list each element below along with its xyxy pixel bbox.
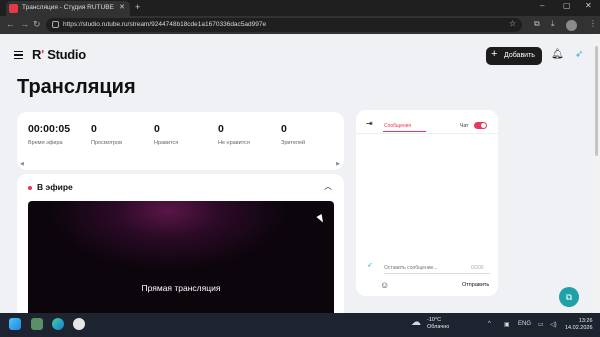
clock-time: 13:26 <box>578 318 593 324</box>
weather-widget[interactable]: -10°C Облачно <box>427 317 449 331</box>
stat-value: 0 <box>218 123 224 135</box>
clock-date: 14.02.2026 <box>565 325 593 331</box>
scroll-left-icon[interactable]: ◀ <box>20 161 24 167</box>
stat-value: 00:00:05 <box>28 123 71 135</box>
edge-icon[interactable] <box>52 318 64 330</box>
char-counter: 0/200 <box>471 265 484 271</box>
stats-card: 00:00:05 Время эфира 0 Просмотров 0 Нрав… <box>17 112 344 170</box>
plus-icon: + <box>491 48 498 60</box>
hamburger-menu-icon[interactable] <box>14 51 23 59</box>
browser-tab-bar: Трансляция - Студия RUTUBE ✕ + – ▢ ✕ <box>0 0 600 16</box>
stat-airtime: 00:00:05 Время эфира <box>28 123 70 146</box>
start-icon[interactable] <box>9 318 21 330</box>
stat-label: Просмотров <box>91 140 123 146</box>
live-indicator-icon <box>28 186 32 190</box>
cloud-icon[interactable]: ☁ <box>411 317 421 328</box>
chrome-icon[interactable] <box>73 318 85 330</box>
add-button[interactable]: + Добавить <box>486 47 542 65</box>
volume-icon[interactable]: ◁) <box>550 321 557 328</box>
extensions-icon[interactable]: ⧉ <box>534 19 540 29</box>
scroll-right-icon[interactable]: ▶ <box>336 161 340 167</box>
stat-views: 0 Просмотров <box>91 123 122 146</box>
stat-viewers: 0 Зрителей <box>281 123 305 146</box>
live-card: В эфире ︿ Прямая трансляция <box>17 174 344 313</box>
logo-dot: ' <box>41 47 44 62</box>
active-tab-underline <box>383 131 426 132</box>
reload-icon[interactable]: ↻ <box>33 19 41 30</box>
weather-desc: Облачно <box>427 324 450 330</box>
url-text: https://studio.rutube.ru/stream/9244748b… <box>63 21 267 28</box>
maximize-icon[interactable]: ▢ <box>563 1 571 10</box>
stat-value: 0 <box>154 123 160 135</box>
stat-value: 0 <box>281 123 287 135</box>
new-tab-icon[interactable]: + <box>135 2 140 12</box>
logo-suffix: Studio <box>47 47 86 62</box>
star-icon[interactable]: ☆ <box>509 19 516 28</box>
player-text: Прямая трансляция <box>141 283 221 293</box>
stat-likes: 0 Нравится <box>154 123 178 146</box>
browser-tab[interactable]: Трансляция - Студия RUTUBE ✕ <box>6 1 130 16</box>
lock-icon <box>52 21 59 28</box>
language-indicator[interactable]: ENG <box>518 321 531 327</box>
collapse-panel-icon[interactable]: ⇥ <box>366 119 373 128</box>
tab-messages[interactable]: Сообщения <box>384 123 411 129</box>
stat-value: 0 <box>91 123 97 135</box>
weather-temp: -10°C <box>427 317 442 323</box>
bell-icon[interactable]: 🔔︎ <box>551 49 564 60</box>
video-player[interactable]: Прямая трансляция <box>28 201 334 313</box>
page: R' Studio + Добавить 🔔︎ ➶ Трансляция 00:… <box>0 34 600 313</box>
downloads-icon[interactable]: ⤓ <box>551 19 555 29</box>
chat-toggle-label: Чат <box>460 123 469 129</box>
divider <box>356 133 498 134</box>
window-close-icon[interactable]: ✕ <box>585 1 592 10</box>
stat-label: Зрителей <box>281 140 306 146</box>
scrollbar-thumb[interactable] <box>595 46 598 156</box>
chevron-up-icon[interactable]: ︿ <box>324 181 332 192</box>
page-scrollbar[interactable] <box>593 34 600 313</box>
tray-app-icon[interactable]: ▣ <box>504 321 510 328</box>
forward-icon[interactable]: → <box>20 19 29 29</box>
app-icon[interactable] <box>31 318 43 330</box>
chat-user-icon: ➶ <box>367 262 373 269</box>
rstudio-logo[interactable]: R' Studio <box>32 47 86 62</box>
emoji-icon[interactable]: ☺ <box>380 280 389 290</box>
browser-tab-title: Трансляция - Студия RUTUBE <box>22 4 114 11</box>
close-tab-icon[interactable]: ✕ <box>119 3 125 11</box>
logo-prefix: R <box>32 47 42 62</box>
chat-panel: ⇥ Сообщения Чат ➶ 0/200 ☺ Отправить <box>356 110 498 296</box>
stat-label: Нравится <box>154 140 179 146</box>
live-title: В эфире <box>37 182 73 192</box>
horizontal-scrollbar[interactable]: ◀ ▶ <box>20 161 340 167</box>
chevron-up-tray-icon[interactable]: ^ <box>488 321 491 327</box>
stat-dislikes: 0 Не нравится <box>218 123 250 146</box>
page-title: Трансляция <box>17 76 136 98</box>
network-icon[interactable]: ▭ <box>538 321 544 328</box>
browser-toolbar: ← → ↻ https://studio.rutube.ru/stream/92… <box>0 16 600 34</box>
rutube-favicon-icon <box>9 4 18 13</box>
site-header: R' Studio + Добавить 🔔︎ ➶ <box>0 34 594 78</box>
back-icon[interactable]: ← <box>6 19 15 29</box>
minimize-icon[interactable]: – <box>540 1 544 10</box>
add-button-label: Добавить <box>504 52 535 59</box>
support-chat-icon[interactable]: ⧉ <box>559 287 579 307</box>
user-bird-icon[interactable]: ➶ <box>575 49 583 60</box>
stat-label: Не нравится <box>218 140 250 146</box>
windows-taskbar: ☁ -10°C Облачно ^ ▣ ENG ▭ ◁) 13:26 14.02… <box>0 313 600 337</box>
profile-avatar[interactable] <box>566 20 577 31</box>
address-bar[interactable]: https://studio.rutube.ru/stream/9244748b… <box>46 18 522 32</box>
chat-toggle[interactable] <box>474 122 487 129</box>
stat-label: Время эфира <box>28 140 63 146</box>
send-button[interactable]: Отправить <box>462 282 489 288</box>
menu-icon[interactable]: ⋮ <box>589 19 597 28</box>
system-clock[interactable]: 13:26 14.02.2026 <box>565 318 593 332</box>
